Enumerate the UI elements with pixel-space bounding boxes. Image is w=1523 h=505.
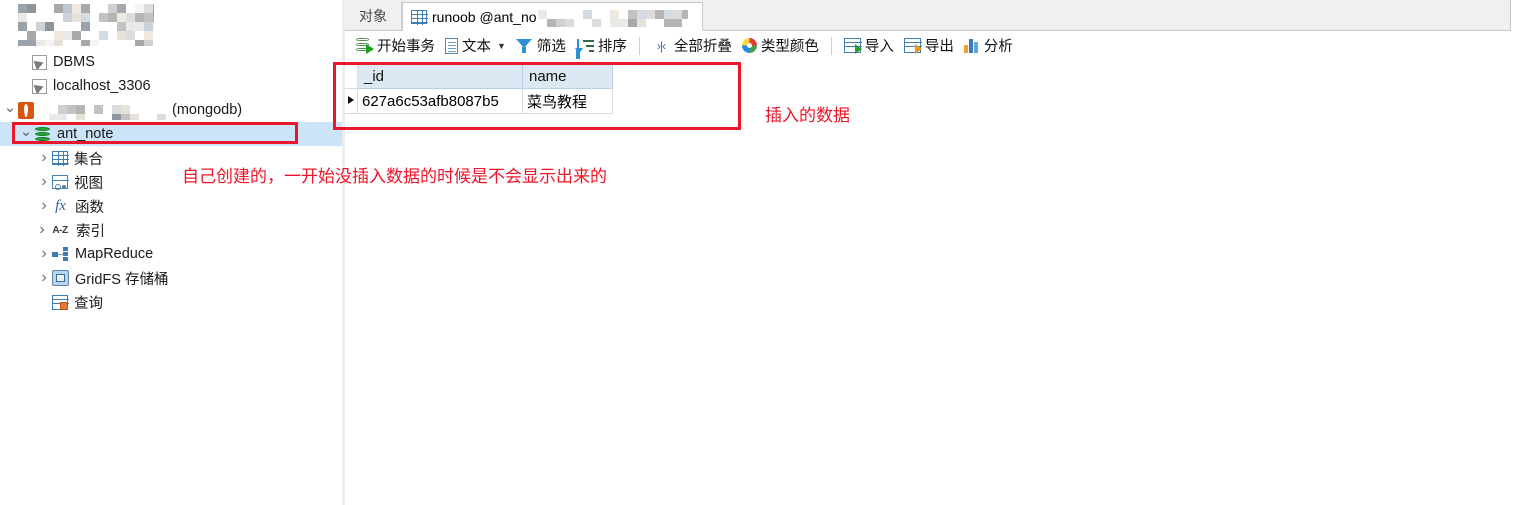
toolbar-label: 分析 <box>983 39 1013 55</box>
column-header-id[interactable]: _id <box>358 64 523 89</box>
row-selector-gutter[interactable] <box>345 89 358 114</box>
sidebar-item-label: (mongodb) <box>172 102 243 118</box>
sidebar-item-mongodb-connection[interactable]: (mongodb) <box>0 98 342 122</box>
mongodb-leaf-icon <box>18 101 34 119</box>
database-icon <box>34 126 51 143</box>
sidebar-item-label: ant_note <box>57 126 114 142</box>
toolbar-label: 文本 <box>462 39 491 55</box>
filter-button[interactable]: 筛选 <box>511 34 571 58</box>
blurred-logo-mosaic <box>18 4 154 46</box>
tab-objects[interactable]: 对象 <box>345 1 402 30</box>
toolbar-label: 导入 <box>864 39 894 55</box>
collapse-all-icon: ›|‹ <box>656 38 666 53</box>
grid-corner-gutter <box>345 64 358 89</box>
export-button[interactable]: 导出 <box>899 34 959 58</box>
sort-icon <box>574 38 594 54</box>
function-fx-icon: fx <box>55 198 66 214</box>
toolbar-label: 排序 <box>597 39 627 55</box>
sidebar-item-queries[interactable]: 查询 <box>0 290 342 314</box>
connection-icon <box>32 78 47 94</box>
sidebar-item-label: 集合 <box>74 151 103 168</box>
tab-bar: 对象 runoob @ant_no <box>345 0 1511 31</box>
sidebar-item-label: MapReduce <box>75 246 154 262</box>
collapse-all-button[interactable]: ›|‹ 全部折叠 <box>647 34 737 58</box>
import-button[interactable]: 导入 <box>839 34 899 58</box>
sidebar-item-label: 查询 <box>74 295 103 312</box>
collapse-arrow-icon[interactable] <box>18 127 34 142</box>
connection-icon <box>32 54 47 70</box>
panel-right-border <box>1510 0 1511 30</box>
index-az-icon: A-Z <box>52 225 68 236</box>
sidebar-item-indexes[interactable]: A-Z 索引 <box>0 218 342 242</box>
annotation-inserted-data: 插入的数据 <box>765 106 850 125</box>
sidebar-item-localhost-3306[interactable]: localhost_3306 <box>0 74 342 98</box>
cell-name[interactable]: 菜鸟教程 <box>523 89 613 114</box>
expand-arrow-icon[interactable] <box>36 270 52 286</box>
sidebar-item-label: 视图 <box>74 175 103 192</box>
grid-toolbar: 开始事务 文本 ▼ 筛选 排序 ›|‹ 全部折叠 类型颜色 导入 导出 分析 <box>345 31 1523 60</box>
chevron-down-icon[interactable]: ▼ <box>497 41 506 51</box>
sidebar-item-label: localhost_3306 <box>53 78 151 94</box>
view-icon <box>52 175 69 190</box>
type-color-wheel-icon <box>741 38 757 53</box>
begin-transaction-icon <box>356 37 374 54</box>
expand-arrow-icon[interactable] <box>36 174 52 190</box>
sort-button[interactable]: 排序 <box>571 34 632 58</box>
sidebar-item-ant-note[interactable]: ant_note <box>0 122 342 146</box>
tab-label: 对象 <box>359 7 387 24</box>
export-icon <box>903 38 922 54</box>
grid-table-icon <box>411 9 428 25</box>
import-icon <box>843 38 862 54</box>
sidebar-item-label: GridFS 存储桶 <box>75 271 169 288</box>
annotation-self-created: 自己创建的，一开始没插入数据的时候是不会显示出来的 <box>182 167 607 186</box>
collapse-arrow-icon[interactable] <box>2 103 18 118</box>
data-grid: _id name 627a6c53afb8087b5 菜鸟教程 <box>345 64 613 114</box>
tab-label: runoob @ant_no <box>432 8 537 25</box>
filter-funnel-icon <box>515 38 533 54</box>
column-header-name[interactable]: name <box>523 64 613 89</box>
sidebar-item-label: 函数 <box>75 199 104 216</box>
cell-id[interactable]: 627a6c53afb8087b5 <box>358 89 523 114</box>
redacted-tab-suffix-mosaic <box>537 10 688 27</box>
toolbar-separator <box>638 36 640 55</box>
expand-arrow-icon[interactable] <box>34 222 50 238</box>
query-icon <box>52 294 69 310</box>
toolbar-separator <box>830 36 832 55</box>
toolbar-label: 开始事务 <box>377 39 435 55</box>
toolbar-label: 筛选 <box>536 39 566 55</box>
text-document-icon <box>445 37 458 54</box>
table-row[interactable]: 627a6c53afb8087b5 菜鸟教程 <box>345 89 613 114</box>
sidebar-item-gridfs-bucket[interactable]: GridFS 存储桶 <box>0 266 342 290</box>
tab-runoob-collection[interactable]: runoob @ant_no <box>402 2 703 31</box>
current-row-marker-icon <box>348 96 354 104</box>
main-content-panel: 对象 runoob @ant_no 开始事务 文本 ▼ 筛选 排序 ›|‹ 全部… <box>345 0 1523 505</box>
toolbar-label: 类型颜色 <box>760 39 819 55</box>
analyze-chart-icon <box>963 38 980 53</box>
database-tree-sidebar: DBMS localhost_3306 (mongodb) ant_note 集… <box>0 0 342 505</box>
tab-bar-filler <box>1511 0 1523 30</box>
sidebar-item-label: DBMS <box>53 54 95 70</box>
mapreduce-icon <box>52 246 69 262</box>
sidebar-item-functions[interactable]: fx 函数 <box>0 194 342 218</box>
sidebar-item-mapreduce[interactable]: MapReduce <box>0 242 342 266</box>
grid-header-row: _id name <box>345 64 613 89</box>
text-view-button[interactable]: 文本 ▼ <box>440 34 511 58</box>
expand-arrow-icon[interactable] <box>36 150 52 166</box>
sidebar-item-dbms[interactable]: DBMS <box>0 50 342 74</box>
type-color-button[interactable]: 类型颜色 <box>737 34 824 58</box>
toolbar-label: 全部折叠 <box>673 39 732 55</box>
collection-table-icon <box>52 151 69 166</box>
expand-arrow-icon[interactable] <box>36 246 52 262</box>
redacted-connection-name-mosaic <box>40 104 166 120</box>
toolbar-label: 导出 <box>924 39 954 55</box>
analyze-button[interactable]: 分析 <box>959 34 1018 58</box>
expand-arrow-icon[interactable] <box>36 198 52 214</box>
gridfs-bucket-icon <box>52 270 69 286</box>
sidebar-item-label: 索引 <box>76 223 105 240</box>
begin-transaction-button[interactable]: 开始事务 <box>351 34 440 58</box>
